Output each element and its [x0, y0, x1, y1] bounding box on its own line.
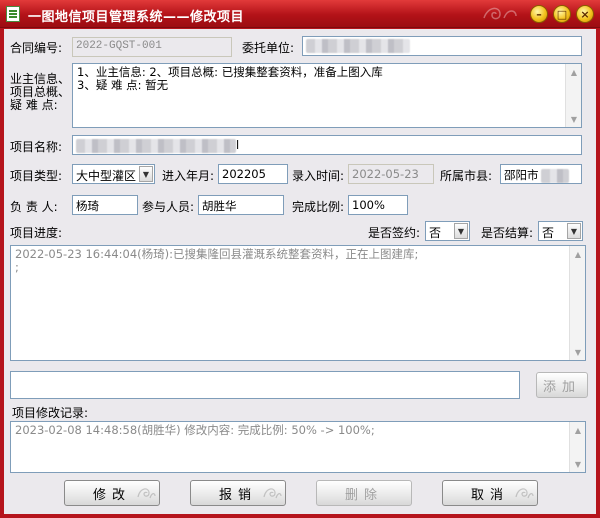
record-time-field[interactable]: 2022-05-23 [348, 164, 434, 184]
decorative-swirl-icon [263, 488, 282, 499]
project-name-field[interactable]: l [72, 135, 582, 155]
app-document-icon [6, 6, 20, 22]
manager-field[interactable]: 杨琦 [72, 195, 138, 215]
decorative-swirl-icon [483, 7, 517, 20]
progress-log-textarea[interactable]: 2022-05-23 16:44:04(杨琦):已搜集隆回县灌溉系统整套资料，正… [10, 245, 586, 361]
progress-label: 项目进度: [10, 226, 63, 240]
decorative-swirl-icon [515, 488, 534, 499]
participants-field[interactable]: 胡胜华 [198, 195, 284, 215]
project-type-label: 项目类型: [10, 169, 63, 183]
add-progress-button[interactable]: 添加 [536, 372, 588, 398]
scroll-up-icon[interactable]: ▲ [566, 64, 581, 80]
scroll-up-icon[interactable]: ▲ [570, 422, 585, 438]
summary-label-3: 疑 难 点: [10, 98, 58, 112]
window-title: 一图地信项目管理系统——修改项目 [28, 10, 245, 25]
completion-label: 完成比例: [292, 200, 345, 214]
client-field[interactable] [302, 36, 582, 56]
project-name-label: 项目名称: [10, 140, 63, 154]
contract-no-label: 合同编号: [10, 41, 63, 55]
history-log-line: 2023-02-08 14:48:58(胡胜华) 修改内容: 完成比例: 50%… [15, 423, 375, 437]
report-button[interactable]: 报销 [190, 480, 286, 506]
history-log-textarea[interactable]: 2023-02-08 14:48:58(胡胜华) 修改内容: 完成比例: 50%… [10, 421, 586, 473]
city-label: 所属市县: [440, 169, 493, 183]
scroll-down-icon[interactable]: ▼ [566, 111, 581, 127]
progress-log-line: 2022-05-23 16:44:04(杨琦):已搜集隆回县灌溉系统整套资料，正… [15, 247, 419, 261]
cancel-button[interactable]: 取消 [442, 480, 538, 506]
report-button-label: 报销 [218, 487, 257, 503]
close-button[interactable]: × [576, 5, 594, 23]
main-window: 一图地信项目管理系统——修改项目 – □ × 合同编号: 2022-GQST-0… [0, 0, 600, 518]
delete-button[interactable]: 删除 [316, 480, 412, 506]
summary-textarea[interactable]: 1、业主信息: 2、项目总概: 已搜集整套资料，准备上图入库 3、疑 难 点: … [72, 63, 582, 128]
maximize-button[interactable]: □ [553, 5, 571, 23]
record-time-label: 录入时间: [292, 169, 345, 183]
history-label: 项目修改记录: [12, 406, 89, 420]
new-progress-input[interactable] [10, 371, 520, 399]
participants-label: 参与人员: [142, 200, 195, 214]
title-bar[interactable]: 一图地信项目管理系统——修改项目 – □ × [0, 0, 600, 28]
city-field[interactable]: 邵阳市 [500, 164, 582, 184]
summary-scrollbar[interactable]: ▲ ▼ [565, 64, 581, 127]
scroll-up-icon[interactable]: ▲ [570, 246, 585, 262]
completion-field[interactable]: 100% [348, 195, 408, 215]
redacted-project-name [76, 138, 236, 153]
project-name-tail: l [236, 138, 240, 152]
scroll-down-icon[interactable]: ▼ [570, 344, 585, 360]
entry-month-field[interactable]: 202205 [218, 164, 288, 184]
settled-select[interactable]: 否 ▼ [538, 221, 583, 241]
decorative-swirl-icon [137, 488, 156, 499]
cancel-button-label: 取消 [470, 487, 509, 503]
chevron-down-icon[interactable]: ▼ [454, 223, 468, 239]
minimize-button[interactable]: – [530, 5, 548, 23]
scroll-down-icon[interactable]: ▼ [570, 456, 585, 472]
settled-label: 是否结算: [481, 226, 534, 240]
history-log-scrollbar[interactable]: ▲ ▼ [569, 422, 585, 472]
manager-label: 负 责 人: [10, 200, 58, 214]
entry-month-label: 进入年月: [162, 169, 215, 183]
redacted-client-name [306, 39, 410, 53]
summary-line: 3、疑 难 点: 暂无 [77, 78, 169, 92]
modify-button-label: 修改 [92, 487, 131, 503]
settled-value: 否 [542, 226, 555, 240]
signed-select[interactable]: 否 ▼ [425, 221, 470, 241]
modify-button[interactable]: 修改 [64, 480, 160, 506]
chevron-down-icon[interactable]: ▼ [139, 166, 153, 182]
chevron-down-icon[interactable]: ▼ [567, 223, 581, 239]
client-label: 委托单位: [242, 41, 295, 55]
project-type-select[interactable]: 大中型灌区 ▼ [72, 164, 155, 184]
project-type-value: 大中型灌区 [76, 169, 137, 183]
progress-log-scrollbar[interactable]: ▲ ▼ [569, 246, 585, 360]
signed-label: 是否签约: [368, 226, 421, 240]
progress-log-line: ; [15, 260, 19, 274]
city-value: 邵阳市 [504, 168, 539, 182]
contract-no-field[interactable]: 2022-GQST-001 [72, 37, 232, 57]
form-area: 合同编号: 2022-GQST-001 委托单位: 业主信息、 项目总概、 疑 … [4, 29, 596, 514]
delete-button-label: 删除 [344, 487, 383, 503]
signed-value: 否 [429, 226, 442, 240]
redacted-city-suffix [540, 168, 569, 183]
